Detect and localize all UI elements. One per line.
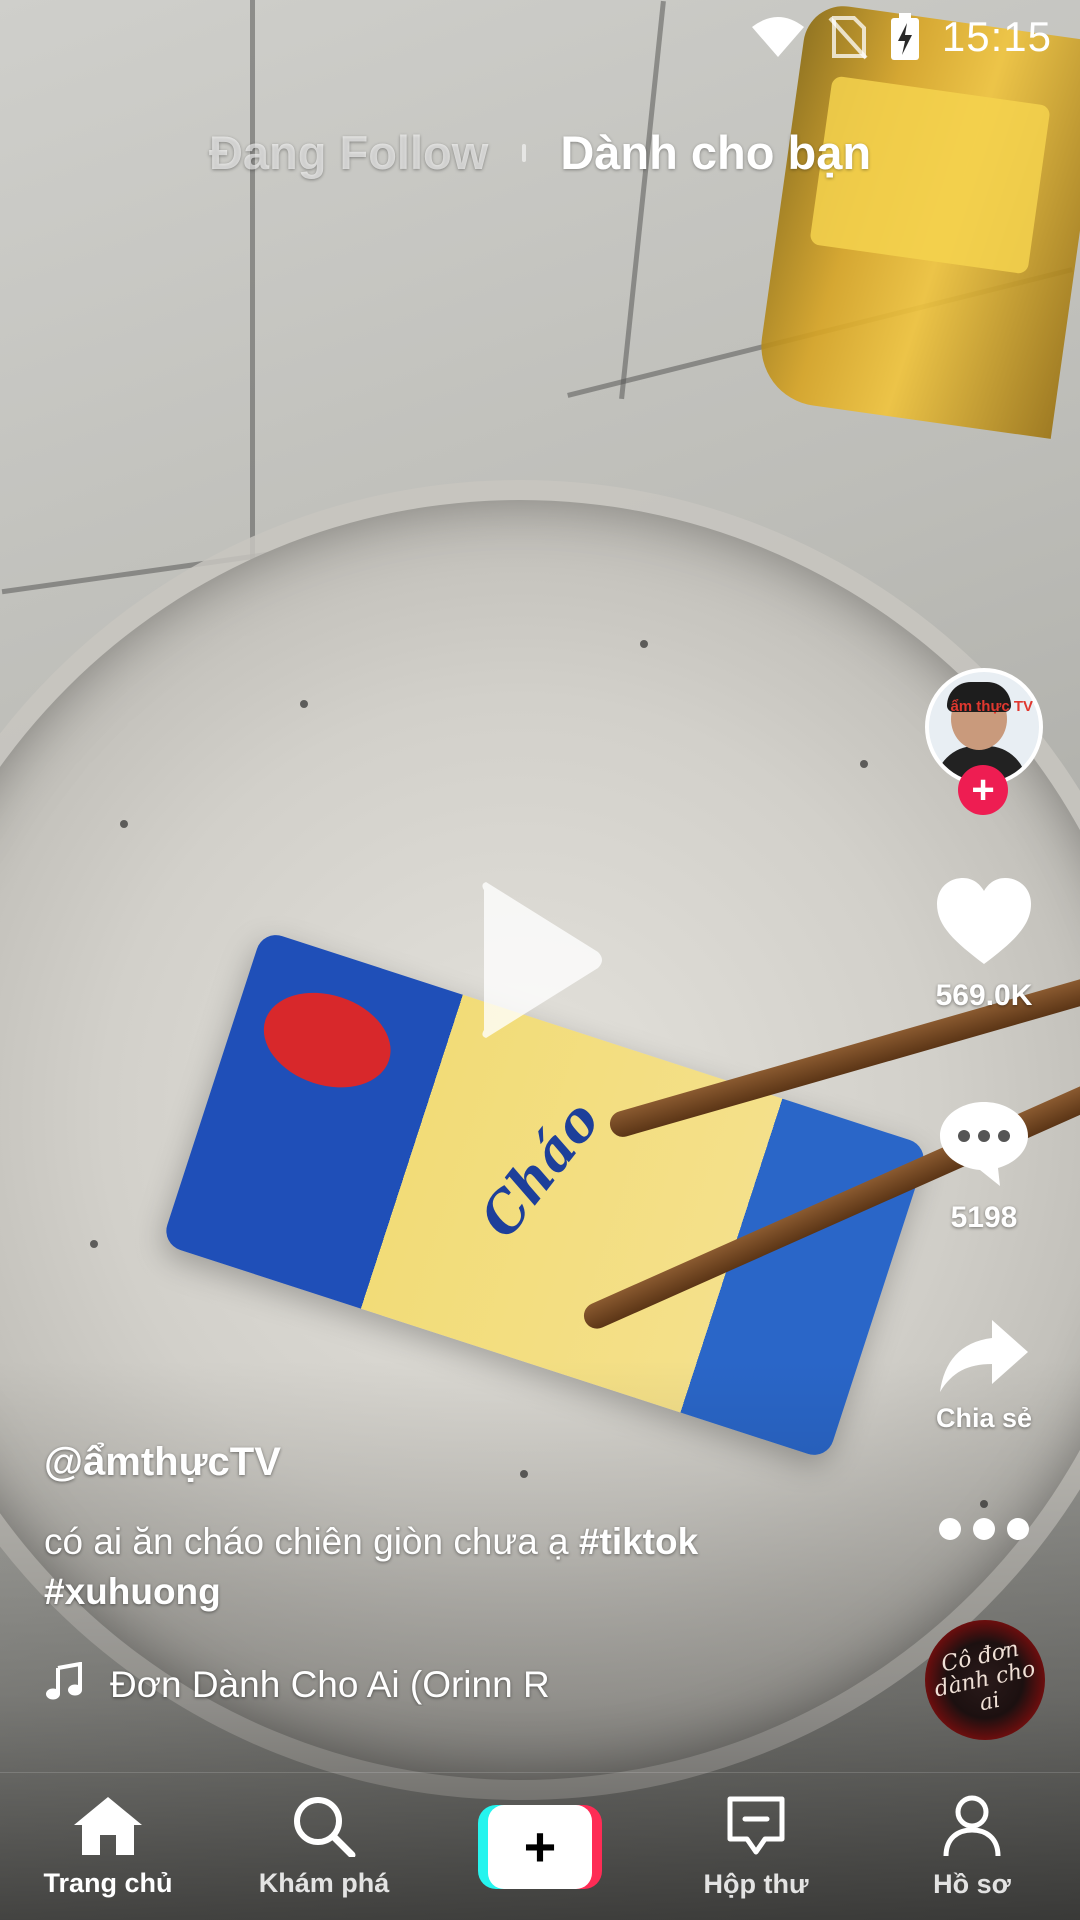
share-arrow-icon — [938, 1318, 1030, 1399]
nav-profile-label: Hồ sơ — [933, 1868, 1011, 1899]
sound-title: Đơn Dành Cho Ai (Orinn R — [110, 1663, 550, 1705]
nav-profile[interactable]: Hồ sơ — [872, 1794, 1072, 1900]
share-button[interactable]: Chia sẻ — [922, 1318, 1046, 1434]
profile-icon — [942, 1794, 1002, 1863]
like-button[interactable]: 569.0K — [922, 876, 1046, 1013]
hashtag-link[interactable]: #xuhuong — [44, 1571, 221, 1612]
comment-icon — [936, 1098, 1032, 1193]
search-icon — [292, 1795, 356, 1862]
no-sim-icon — [828, 14, 868, 60]
comment-count: 5198 — [950, 1201, 1018, 1234]
share-label: Chia sẻ — [935, 1403, 1033, 1433]
create-button[interactable]: + — [478, 1804, 602, 1889]
pan-speck — [120, 820, 128, 828]
video-caption: có ai ăn cháo chiên giòn chưa ạ #tiktok … — [44, 1517, 804, 1617]
avatar-logo: ẩm thực TV — [950, 698, 1033, 715]
more-options-button[interactable] — [922, 1516, 1046, 1547]
nav-create[interactable]: + — [440, 1804, 640, 1889]
clock: 15:15 — [941, 13, 1052, 60]
packet-logo — [251, 977, 403, 1103]
battery-charging-icon — [890, 13, 920, 61]
video-caption-block: @ẩmthựcTV có ai ăn cháo chiên giòn chưa … — [44, 1440, 804, 1617]
follow-button[interactable]: + — [958, 765, 1008, 815]
nav-discover[interactable]: Khám phá — [224, 1795, 424, 1899]
pan-speck — [640, 640, 648, 648]
disc-artwork-text: Cô đơn dành cho ai — [932, 1636, 1038, 1717]
heart-icon — [935, 876, 1033, 971]
nav-inbox[interactable]: Hộp thư — [656, 1794, 856, 1900]
tab-following[interactable]: Đang Follow — [209, 125, 488, 180]
bottom-navigation: Trang chủ Khám phá + Hộp thư Hồ sơ — [0, 1772, 1080, 1920]
music-note-icon — [44, 1661, 84, 1707]
pan-speck — [90, 1240, 98, 1248]
home-icon — [72, 1795, 144, 1862]
nav-discover-label: Khám phá — [258, 1867, 390, 1898]
inbox-icon — [725, 1794, 787, 1863]
status-bar: 15:15 — [0, 0, 1080, 74]
comment-button[interactable]: 5198 — [922, 1098, 1046, 1235]
nav-home-label: Trang chủ — [43, 1867, 173, 1898]
plus-icon: + — [488, 1804, 592, 1889]
hashtag-link[interactable]: #tiktok — [579, 1521, 698, 1562]
caption-text: có ai ăn cháo chiên giòn chưa ạ — [44, 1521, 579, 1562]
more-dots-icon — [936, 1516, 1032, 1547]
tile-grout — [250, 0, 255, 560]
nav-inbox-label: Hộp thư — [703, 1868, 809, 1899]
sound-disc[interactable]: Cô đơn dành cho ai — [925, 1620, 1045, 1740]
sound-row[interactable]: Đơn Dành Cho Ai (Orinn R — [44, 1661, 590, 1707]
feed-tabs: Đang Follow Dành cho bạn — [0, 125, 1080, 180]
pan-speck — [300, 700, 308, 708]
nav-home[interactable]: Trang chủ — [8, 1795, 208, 1899]
tab-divider — [522, 143, 527, 162]
author-username[interactable]: @ẩmthựcTV — [44, 1440, 804, 1485]
play-icon[interactable] — [470, 880, 610, 1040]
like-count: 569.0K — [935, 979, 1033, 1012]
wifi-icon — [750, 15, 806, 59]
tab-for-you[interactable]: Dành cho bạn — [560, 125, 871, 180]
pan-speck — [860, 760, 868, 768]
packet-print: Cháo — [466, 1088, 612, 1250]
